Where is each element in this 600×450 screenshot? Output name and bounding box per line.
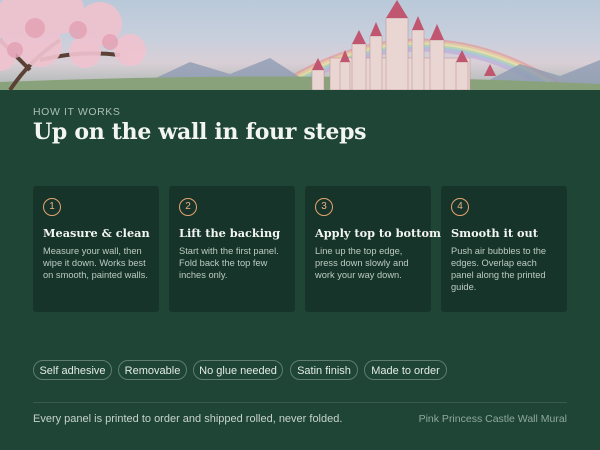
step-description: Push air bubbles to the edges. Overlap e… [451,246,547,292]
feature-tag-satin-finish: Satin finish [290,360,358,380]
step-number-badge: 3 [315,198,333,216]
footer-divider [33,402,567,403]
feature-tag-no-glue: No glue needed [193,360,283,380]
step-card-3: 3 Apply top to bottom Line up the top ed… [305,186,441,312]
step-description: Line up the top edge, press down slowly … [315,246,409,280]
step-card-2: 2 Lift the backing Start with the first … [169,186,295,312]
step-title: Lift the backing [179,226,281,240]
step-card-4: 4 Smooth it out Push air bubbles to the … [441,186,567,312]
section-title: Up on the wall in four steps [33,119,367,145]
steps-list: 1 Measure & clean Measure your wall, the… [33,186,567,312]
step-number-badge: 2 [179,198,197,216]
step-title: Apply top to bottom [315,226,441,240]
step-title: Smooth it out [451,226,538,240]
kicker: HOW IT WORKS [33,106,121,118]
hero-image [0,0,600,90]
feature-tag-self-adhesive: Self adhesive [33,360,112,380]
feature-tag-removable: Removable [118,360,187,380]
product-name: Pink Princess Castle Wall Mural [418,413,567,425]
castle-illustration [0,0,600,90]
step-description: Measure your wall, then wipe it down. Wo… [43,246,148,280]
feature-tag-made-to-order: Made to order [364,360,447,380]
shipping-note: Every panel is printed to order and ship… [33,413,343,425]
step-title: Measure & clean [43,226,150,240]
step-number-badge: 1 [43,198,61,216]
step-card-1: 1 Measure & clean Measure your wall, the… [33,186,159,312]
step-number-badge: 4 [451,198,469,216]
step-description: Start with the first panel. Fold back th… [179,246,279,280]
